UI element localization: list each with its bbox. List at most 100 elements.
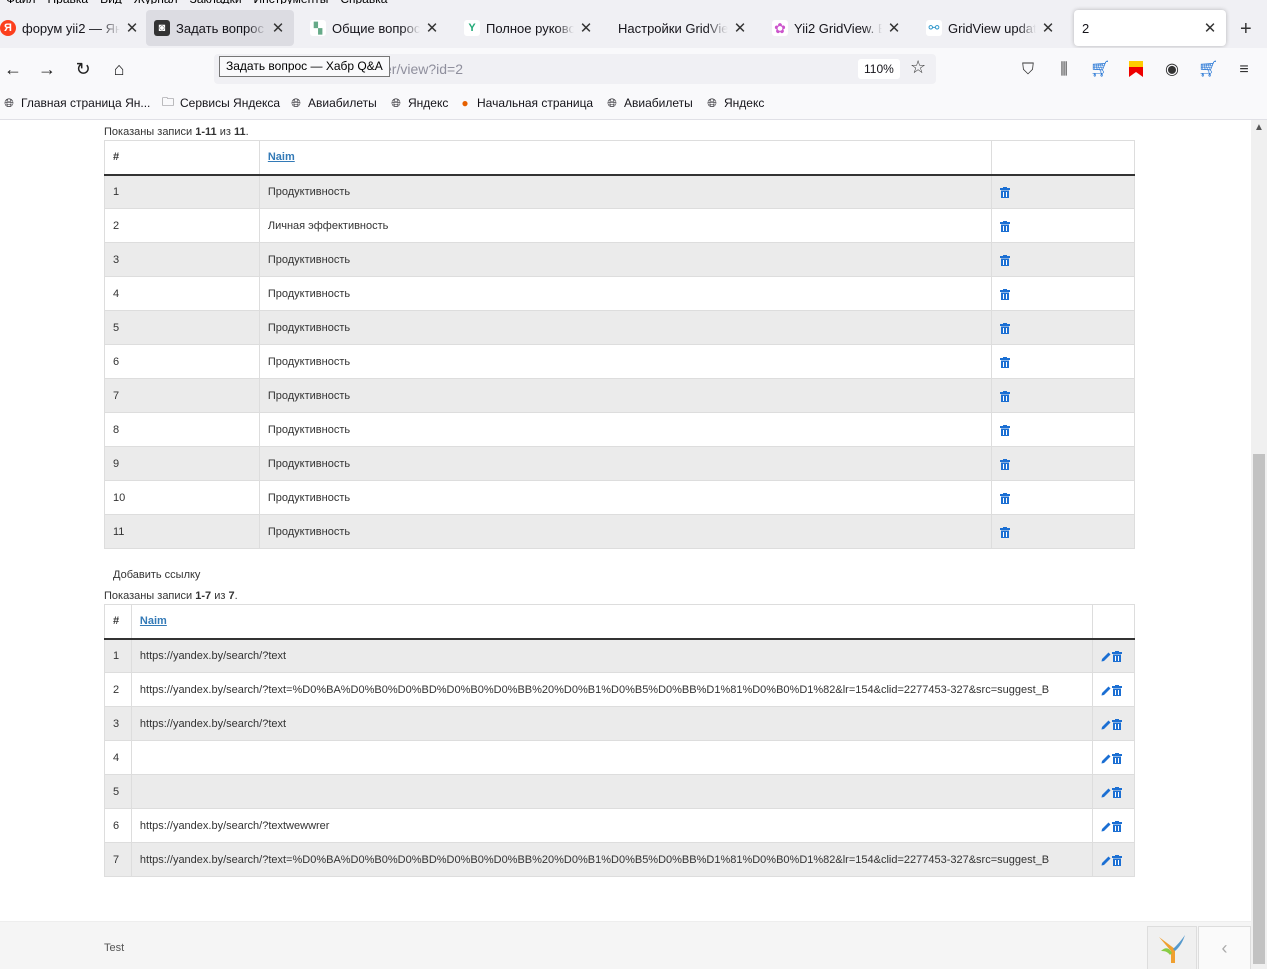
trash-icon[interactable] [1000, 423, 1011, 437]
account-icon[interactable]: ◉ [1162, 60, 1182, 80]
close-icon[interactable]: ✕ [1040, 19, 1056, 37]
trash-icon[interactable] [1112, 819, 1123, 833]
row-naim [130, 740, 1094, 775]
row-number: 1 [104, 638, 132, 673]
table-row: 1 https://yandex.by/search/?text [104, 638, 1135, 673]
cart-icon[interactable]: 🛒︎ [1198, 60, 1218, 80]
trash-icon[interactable] [1112, 785, 1123, 799]
row-actions [991, 208, 1135, 243]
yandex-icon: Я [0, 20, 16, 36]
trash-icon[interactable] [1000, 185, 1011, 199]
trash-icon[interactable] [1112, 751, 1123, 765]
row-actions [1092, 740, 1135, 775]
close-icon[interactable]: ✕ [270, 19, 286, 37]
tab-general-questions[interactable]: ▚ Общие вопросы | ✕ [302, 10, 448, 46]
tab-gridview-settings[interactable]: Настройки GridView в ✕ [610, 10, 756, 46]
pocket-icon[interactable]: ⛉ [1018, 60, 1038, 80]
tab-habr-qna[interactable]: ◙ Задать вопрос — ✕ [146, 10, 294, 46]
page-scrollbar[interactable]: ▲ [1251, 120, 1267, 969]
new-tab-icon[interactable]: + [1240, 18, 1252, 41]
bookmark-star-icon[interactable]: ☆ [910, 57, 926, 78]
zoom-level[interactable]: 110% [858, 59, 900, 79]
table-row: 11 Продуктивность [104, 514, 1135, 549]
row-number: 8 [104, 412, 260, 447]
trash-icon[interactable] [1000, 321, 1011, 335]
trash-icon[interactable] [1112, 649, 1123, 663]
menu-icon[interactable]: ≡ [1234, 60, 1254, 80]
row-actions [991, 242, 1135, 277]
edit-icon[interactable] [1101, 819, 1112, 833]
trash-icon[interactable] [1000, 525, 1011, 539]
bookmark-item[interactable]: 🌐︎ Авиабилеты [605, 96, 693, 111]
row-actions [1092, 706, 1135, 741]
row-number: 7 [104, 378, 260, 413]
bookmark-item[interactable]: 🌐︎ Главная страница Ян... [2, 95, 150, 111]
row-naim: https://yandex.by/search/?text [130, 706, 1094, 741]
tab-tooltip: Задать вопрос — Хабр Q&A [219, 56, 390, 77]
bookmark-folder[interactable]: 🗀 Сервисы Яндекса [161, 95, 280, 111]
tab-title: Задать вопрос — [176, 20, 266, 36]
bookmark-item[interactable]: 🌐︎ Яндекс [705, 96, 764, 111]
tab-yii2-gridview[interactable]: ✿ Yii2 GridView. Вид ✕ [764, 10, 910, 46]
sort-link-naim[interactable]: Naim [140, 615, 167, 627]
reload-icon[interactable]: ↻ [72, 58, 94, 80]
column-header-naim[interactable]: Naim [258, 140, 993, 176]
trash-icon[interactable] [1000, 355, 1011, 369]
edit-icon[interactable] [1101, 751, 1112, 765]
library-icon[interactable]: ⫼ [1054, 60, 1074, 80]
edit-icon[interactable] [1101, 853, 1112, 867]
tab-full-guide[interactable]: Y Полное руководс ✕ [456, 10, 602, 46]
trash-icon[interactable] [1112, 853, 1123, 867]
trash-icon[interactable] [1000, 389, 1011, 403]
navigation-bar: ← → ↻ ⌂ er/view?id=2 110% ☆ ⛉ ⫼ 🛒︎ ◉ 🛒︎ … [0, 48, 1267, 90]
forward-icon[interactable]: → [36, 58, 58, 80]
close-icon[interactable]: ✕ [424, 19, 440, 37]
close-icon[interactable]: ✕ [578, 19, 594, 37]
tab-title: Yii2 GridView. Вид [794, 20, 882, 36]
column-header-naim[interactable]: Naim [130, 604, 1094, 640]
table-row: 9 Продуктивность [104, 446, 1135, 481]
row-naim: https://yandex.by/search/?textwewwrer [130, 808, 1094, 843]
tab-current[interactable]: 2 ✕ [1074, 10, 1226, 46]
table-row: 4 Продуктивность [104, 276, 1135, 311]
trash-icon[interactable] [1000, 253, 1011, 267]
extension-icon[interactable] [1126, 60, 1146, 80]
add-link-button[interactable]: Добавить ссылку [113, 569, 200, 581]
scroll-up-icon[interactable]: ▲ [1254, 122, 1264, 133]
tab-title: Общие вопросы | [332, 20, 420, 36]
trash-icon[interactable] [1000, 219, 1011, 233]
sort-link-naim[interactable]: Naim [268, 151, 295, 163]
trash-icon[interactable] [1112, 683, 1123, 697]
globe-icon: 🌐︎ [4, 95, 14, 110]
row-actions [991, 174, 1135, 209]
tab-yandex-forum[interactable]: Я форум yii2 — Янд ✕ [0, 10, 140, 46]
edit-icon[interactable] [1101, 649, 1112, 663]
close-icon[interactable]: ✕ [1202, 19, 1218, 37]
trash-icon[interactable] [1112, 717, 1123, 731]
scroll-thumb[interactable] [1253, 454, 1265, 964]
back-icon[interactable]: ← [2, 58, 24, 80]
edit-icon[interactable] [1101, 683, 1112, 697]
yii-debug-toolbar-button[interactable] [1147, 926, 1197, 969]
tab-gridview-update[interactable]: ⚯ GridView update - ✕ [918, 10, 1064, 46]
close-icon[interactable]: ✕ [886, 19, 902, 37]
bookmark-item[interactable]: 🌐︎ Яндекс [389, 96, 448, 111]
row-naim: Продуктивность [258, 310, 993, 345]
chevron-left-icon[interactable]: ‹ [1198, 926, 1251, 969]
trash-icon[interactable] [1000, 457, 1011, 471]
cart-icon[interactable]: 🛒︎ [1090, 60, 1110, 80]
trash-icon[interactable] [1000, 491, 1011, 505]
globe-icon: 🌐︎ [291, 95, 301, 110]
row-naim: Продуктивность [258, 480, 993, 515]
home-icon[interactable]: ⌂ [108, 58, 130, 80]
grid-summary: Показаны записи 1-11 из 11. [104, 126, 249, 138]
bookmark-item[interactable]: ● Начальная страница [458, 96, 593, 110]
url-text[interactable]: er/view?id=2 [384, 61, 463, 77]
edit-icon[interactable] [1101, 785, 1112, 799]
edit-icon[interactable] [1101, 717, 1112, 731]
close-icon[interactable]: ✕ [732, 19, 748, 37]
bookmark-item[interactable]: 🌐︎ Авиабилеты [289, 95, 377, 111]
close-icon[interactable]: ✕ [124, 19, 140, 37]
trash-icon[interactable] [1000, 287, 1011, 301]
table-row: 2 Личная эффективность [104, 208, 1135, 243]
